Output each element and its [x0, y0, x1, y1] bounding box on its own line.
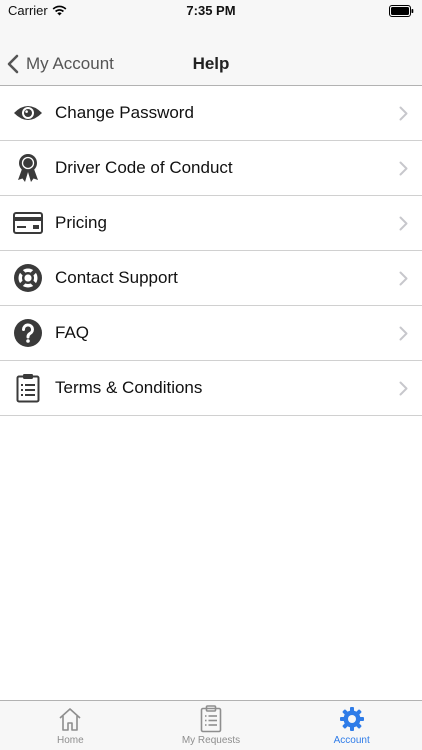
battery-icon — [389, 5, 414, 17]
change-password-row[interactable]: Change Password — [0, 86, 422, 141]
gear-icon — [338, 705, 366, 733]
row-label: Driver Code of Conduct — [55, 158, 233, 177]
lifebuoy-icon — [12, 263, 44, 293]
chevron-right-icon — [399, 271, 408, 286]
row-label: Contact Support — [55, 268, 178, 287]
row-label: Terms & Conditions — [55, 378, 203, 397]
chevron-right-icon — [399, 161, 408, 176]
navigation-bar: My Account Help — [0, 22, 422, 86]
tab-label: My Requests — [181, 735, 241, 746]
tab-label: Account — [333, 735, 370, 746]
clipboard-icon — [197, 705, 225, 733]
clock-time: 7:35 PM — [186, 3, 236, 18]
pricing-row[interactable]: Pricing — [0, 196, 422, 251]
question-circle-icon — [12, 318, 44, 348]
contact-support-row[interactable]: Contact Support — [0, 251, 422, 306]
faq-row[interactable]: FAQ — [0, 306, 422, 361]
chevron-right-icon — [399, 381, 408, 396]
tab-bar: Home My Requests Account — [0, 700, 422, 750]
status-bar: Carrier 7:35 PM — [0, 0, 422, 22]
eye-icon — [12, 98, 44, 128]
tab-label: Home — [56, 735, 84, 746]
row-label: FAQ — [55, 323, 90, 342]
chevron-right-icon — [399, 216, 408, 231]
chevron-right-icon — [399, 326, 408, 341]
row-label: Pricing — [55, 213, 107, 232]
driver-code-of-conduct-row[interactable]: Driver Code of Conduct — [0, 141, 422, 196]
terms-and-conditions-row[interactable]: Terms & Conditions — [0, 361, 422, 416]
help-screen: Carrier 7:35 PM My Account Help Change P… — [0, 0, 422, 750]
credit-card-icon — [12, 208, 44, 238]
help-menu-list: Change Password Driver Code of Conduct P… — [0, 86, 422, 416]
home-icon — [56, 705, 84, 733]
tab-home[interactable]: Home — [0, 701, 141, 750]
clipboard-icon — [12, 373, 44, 403]
chevron-right-icon — [399, 106, 408, 121]
tab-account[interactable]: Account — [281, 701, 422, 750]
row-label: Change Password — [55, 103, 194, 122]
tab-my-requests[interactable]: My Requests — [141, 701, 282, 750]
award-ribbon-icon — [12, 153, 44, 183]
page-title: Help — [192, 54, 230, 73]
